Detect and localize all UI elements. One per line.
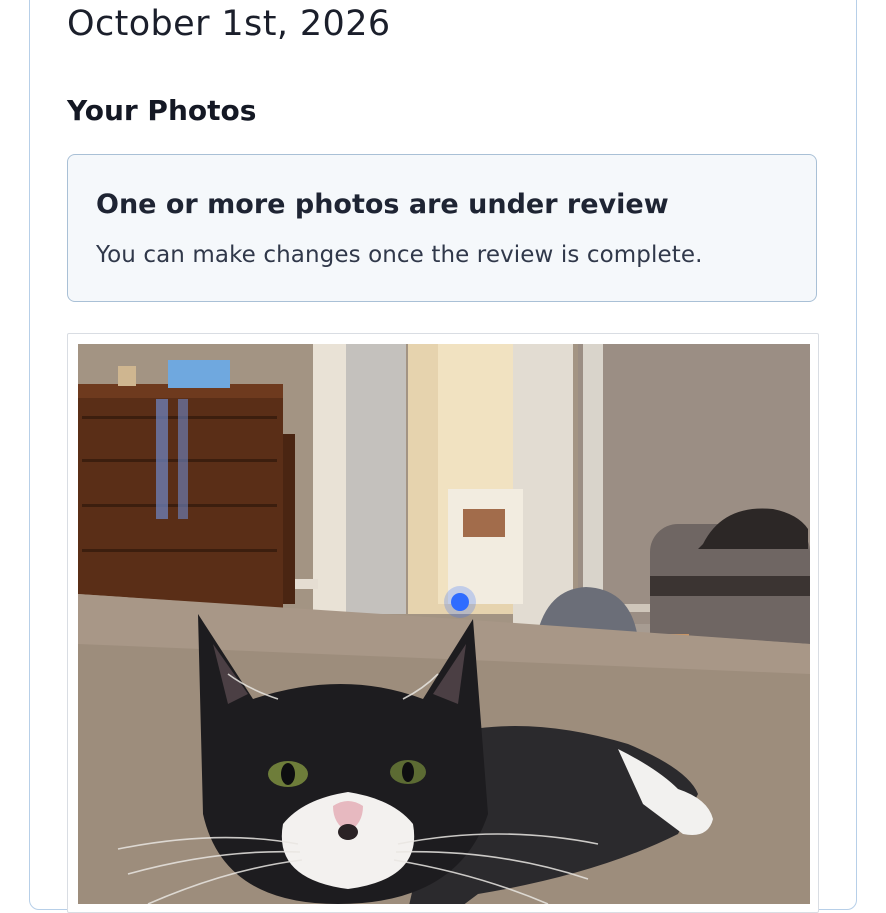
cat-photo[interactable] (78, 344, 810, 904)
cat-photo-image (78, 344, 810, 904)
review-notice-body: You can make changes once the review is … (96, 242, 703, 268)
photo-tile[interactable] (67, 333, 819, 913)
your-photos-heading: Your Photos (67, 94, 257, 127)
event-date: October 1st, 2026 (67, 4, 391, 44)
review-notice: One or more photos are under review You … (67, 154, 817, 302)
review-notice-title: One or more photos are under review (96, 189, 669, 220)
